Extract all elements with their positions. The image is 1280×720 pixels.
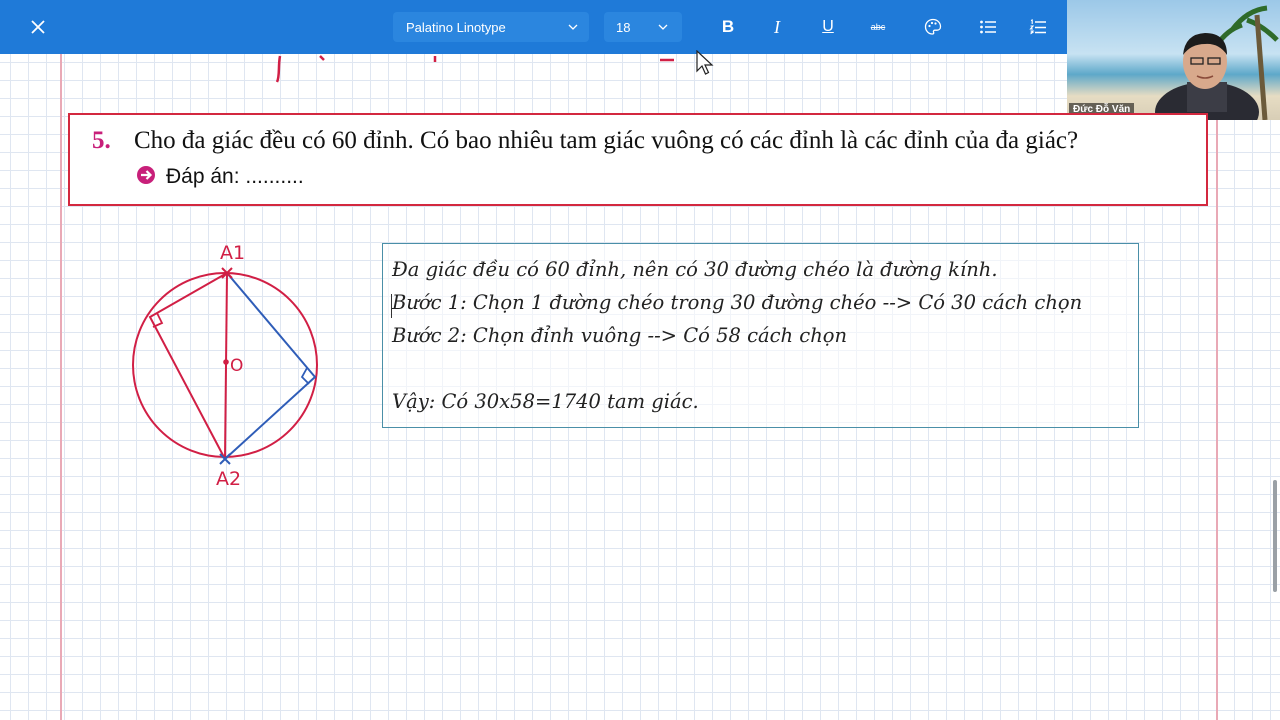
chevron-down-icon: [658, 24, 668, 30]
solution-line: Bước 2: Chọn đỉnh vuông --> Có 58 cách c…: [392, 324, 848, 347]
question-text: Cho đa giác đều có 60 đỉnh. Có bao nhiêu…: [134, 127, 1079, 154]
bulleted-list-icon: [980, 20, 996, 34]
font-family-select[interactable]: Palatino Linotype: [393, 12, 589, 42]
question-box: 5. Cho đa giác đều có 60 đỉnh. Có bao nh…: [68, 113, 1208, 206]
right-angle-mark: [300, 367, 310, 385]
text-color-button[interactable]: [920, 14, 946, 40]
close-icon[interactable]: [26, 15, 50, 39]
italic-button[interactable]: I: [764, 14, 790, 40]
chevron-down-icon: [568, 24, 578, 30]
center-dot: [223, 359, 229, 365]
label-bottom: A2: [216, 468, 241, 490]
bulleted-list-button[interactable]: [975, 14, 1001, 40]
italic-icon: I: [774, 16, 780, 37]
bold-icon: B: [721, 17, 735, 36]
formatting-toolbar: Palatino Linotype 18 B I U abc: [0, 0, 1067, 54]
font-family-value: Palatino Linotype: [406, 20, 506, 35]
handwriting-scribble: [275, 55, 674, 83]
arrow-circle-icon: [137, 166, 155, 184]
solution-line: Bước 1: Chọn 1 đường chéo trong 30 đường…: [392, 291, 1083, 314]
webcam-video: Đức Đỗ Văn: [1067, 0, 1280, 120]
bold-button[interactable]: B: [715, 14, 741, 40]
circle-diagram: O A1 A2: [132, 242, 318, 490]
font-size-select[interactable]: 18: [604, 12, 682, 42]
label-top: A1: [220, 242, 245, 264]
underline-button[interactable]: U: [815, 14, 841, 40]
numbered-list-button[interactable]: [1025, 14, 1051, 40]
palette-icon: [924, 18, 942, 35]
strikethrough-icon: abc: [870, 22, 886, 32]
numbered-list-icon: [1029, 19, 1046, 35]
solution-line: Đa giác đều có 60 đỉnh, nên có 30 đường …: [392, 258, 998, 281]
underline-icon: U: [822, 18, 834, 35]
strikethrough-button[interactable]: abc: [865, 14, 891, 40]
font-size-value: 18: [616, 20, 631, 35]
solution-line: Vậy: Có 30x58=1740 tam giác.: [392, 390, 699, 413]
webcam-scene: [1155, 5, 1279, 120]
question-number: 5.: [92, 127, 111, 154]
solution-textbox[interactable]: Đa giác đều có 60 đỉnh, nên có 30 đường …: [382, 243, 1139, 428]
label-center: O: [230, 356, 243, 376]
vertical-scrollbar[interactable]: [1273, 480, 1277, 592]
answer-label: Đáp án: ..........: [166, 165, 304, 188]
mouse-cursor-icon: [696, 50, 714, 75]
page-margin-left: [60, 54, 62, 720]
diameter-line: [224, 272, 228, 460]
page-margin-right: [1216, 54, 1218, 720]
